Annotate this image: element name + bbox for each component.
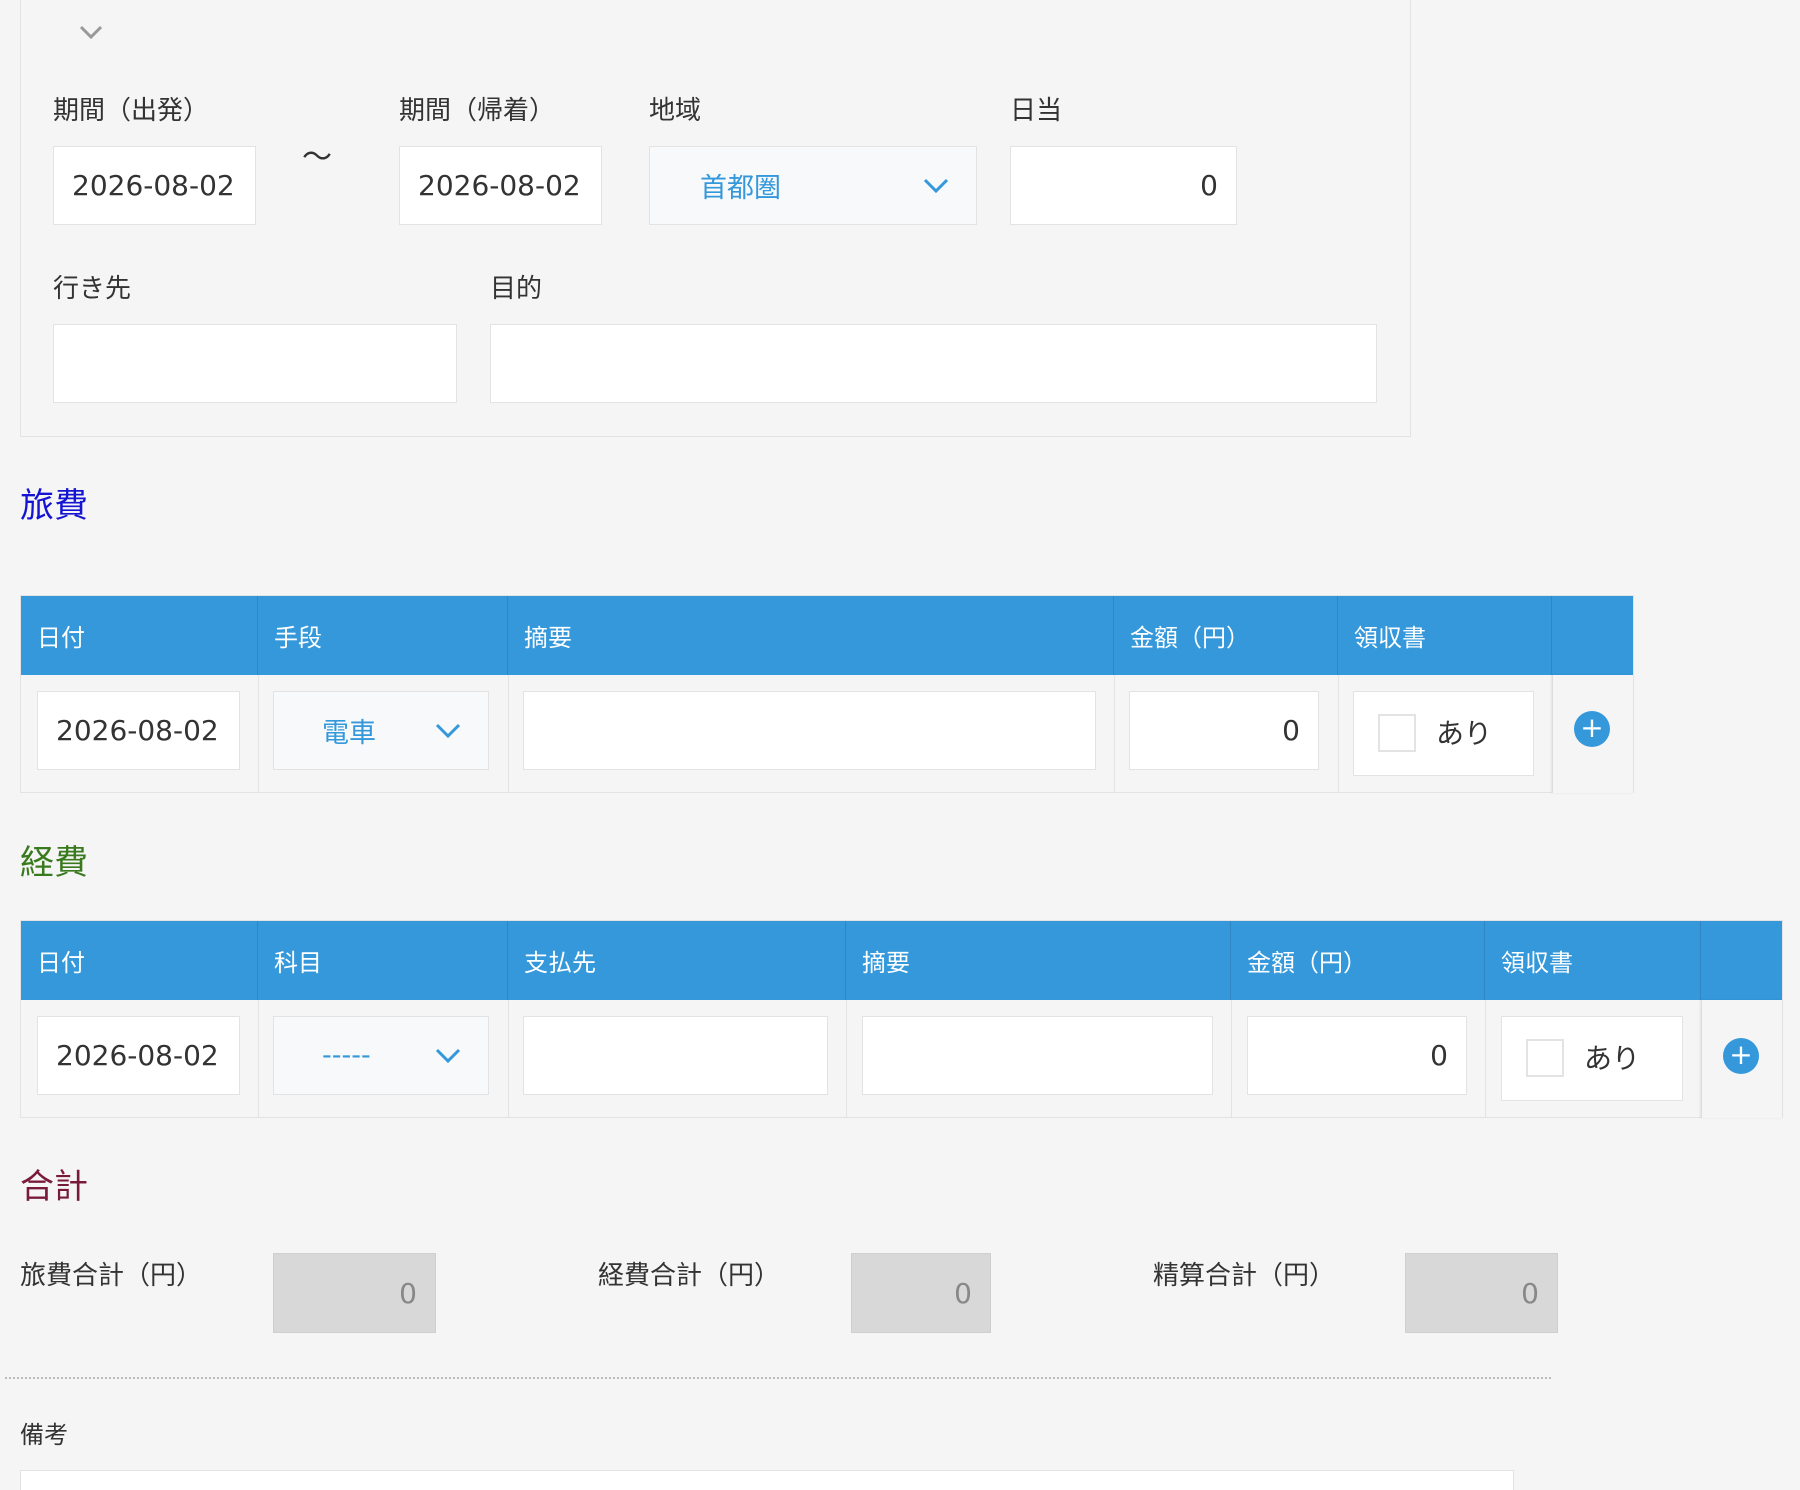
expense-add-cell: + [1701,1000,1782,1118]
column-divider [1114,675,1115,793]
expense-header-date: 日付 [21,921,258,1000]
expense-total-label: 経費合計（円） [598,1261,781,1291]
region-select[interactable]: 首都圏 [649,146,977,225]
chevron-down-icon [435,1048,461,1063]
travel-header-date: 日付 [21,596,258,675]
expense-header-subject: 科目 [258,921,508,1000]
period-tilde: ～ [302,140,332,175]
travel-total-label: 旅費合計（円） [20,1261,203,1291]
expense-receipt-label: あり [1584,1042,1641,1075]
expense-subject-select[interactable]: ----- [273,1016,489,1095]
depart-date-input[interactable]: 2026-08-02 [53,146,256,225]
region-select-value: 首都圏 [700,173,781,204]
daily-allowance-label: 日当 [1010,96,1063,126]
column-divider [258,1000,259,1118]
depart-date-label: 期間（出発） [53,96,210,126]
region-label: 地域 [649,96,702,126]
totals-section-title: 合計 [20,1167,88,1207]
settle-total-label: 精算合計（円） [1153,1261,1336,1291]
travel-method-value: 電車 [322,718,376,749]
column-divider [258,675,259,793]
return-date-label: 期間（帰着） [399,96,556,126]
return-date-input[interactable]: 2026-08-02 [399,146,602,225]
travel-summary-input[interactable] [523,691,1096,770]
travel-receipt-cell: あり [1353,691,1534,776]
expense-date-input[interactable]: 2026-08-02 [37,1016,240,1095]
column-divider [1338,675,1339,793]
expense-header-payee: 支払先 [508,921,846,1000]
section-divider [5,1377,1551,1379]
travel-header-method: 手段 [258,596,508,675]
expense-header-summary: 摘要 [846,921,1231,1000]
destination-input[interactable] [53,324,457,403]
travel-header-summary: 摘要 [508,596,1114,675]
travel-header-receipt: 領収書 [1338,596,1552,675]
expense-subject-value: ----- [322,1040,371,1071]
travel-header-actions [1552,596,1633,675]
purpose-input[interactable] [490,324,1377,403]
travel-section-title: 旅費 [20,486,88,526]
destination-label: 行き先 [53,274,132,304]
column-divider [508,675,509,793]
chevron-down-icon[interactable] [71,17,111,47]
travel-receipt-label: あり [1436,717,1493,750]
expense-total-field: 0 [851,1253,991,1333]
expense-receipt-cell: あり [1501,1016,1683,1101]
travel-receipt-checkbox[interactable] [1378,714,1416,752]
expense-summary-input[interactable] [862,1016,1213,1095]
expense-receipt-checkbox[interactable] [1526,1039,1564,1077]
expense-payee-input[interactable] [523,1016,828,1095]
expense-section-title: 経費 [20,843,88,883]
purpose-label: 目的 [490,274,543,304]
travel-header-amount: 金額（円） [1114,596,1338,675]
settle-total-field: 0 [1405,1253,1558,1333]
plus-circle-icon[interactable]: + [1574,711,1610,747]
expense-table-header: 日付 科目 支払先 摘要 金額（円） 領収書 [21,921,1782,1000]
travel-method-select[interactable]: 電車 [273,691,489,770]
expense-header-actions [1701,921,1782,1000]
travel-date-input[interactable]: 2026-08-02 [37,691,240,770]
remarks-textarea[interactable] [20,1470,1514,1490]
daily-allowance-input[interactable]: 0 [1010,146,1237,225]
chevron-down-icon [435,723,461,738]
plus-circle-icon[interactable]: + [1723,1038,1759,1074]
column-divider [508,1000,509,1118]
expense-header-amount: 金額（円） [1231,921,1485,1000]
travel-add-cell: + [1552,675,1633,793]
expense-header-receipt: 領収書 [1485,921,1701,1000]
travel-table-header: 日付 手段 摘要 金額（円） 領収書 [21,596,1633,675]
column-divider [846,1000,847,1118]
column-divider [1231,1000,1232,1118]
expense-amount-input[interactable]: 0 [1247,1016,1467,1095]
travel-total-field: 0 [273,1253,436,1333]
travel-amount-input[interactable]: 0 [1129,691,1319,770]
column-divider [1485,1000,1486,1118]
remarks-label: 備考 [20,1421,68,1449]
chevron-down-icon [923,178,949,193]
